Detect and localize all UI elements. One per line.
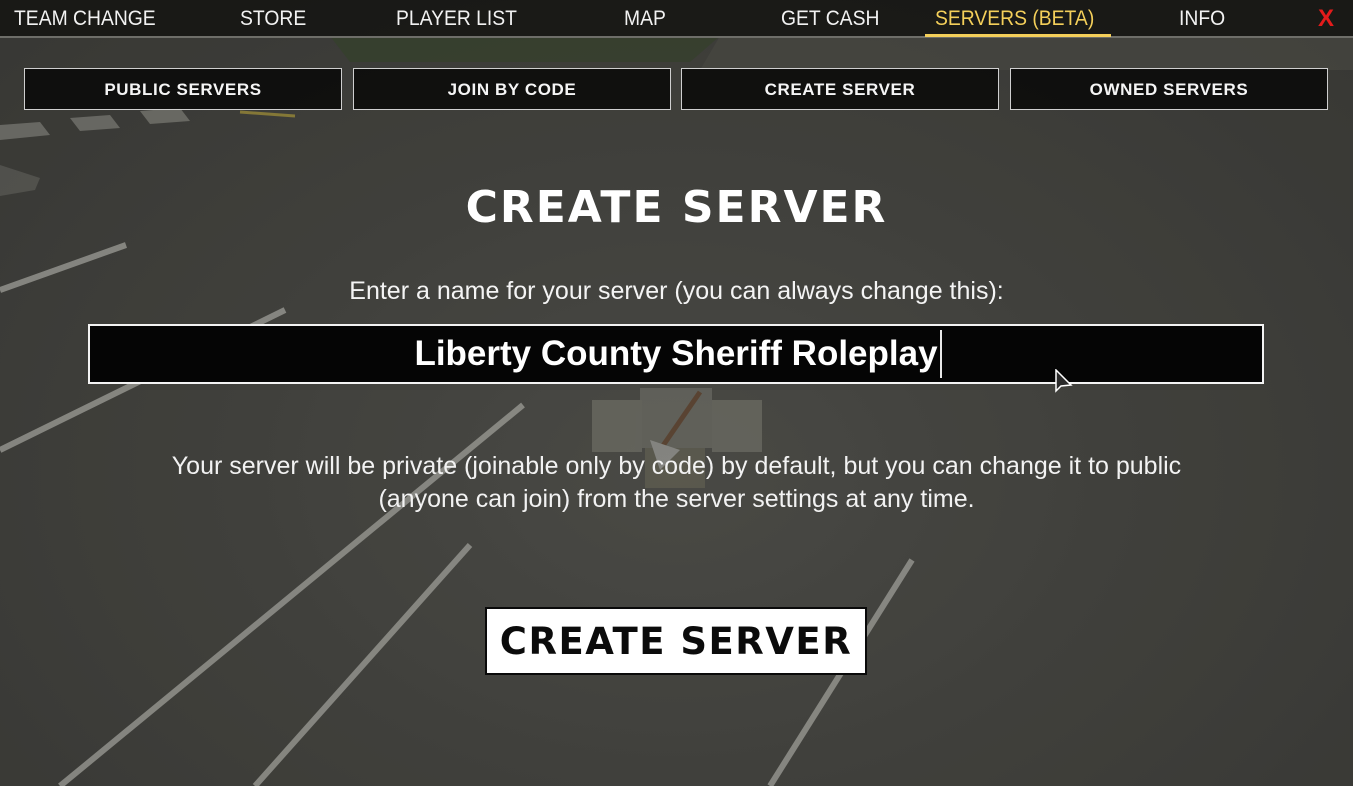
top-nav-bar: TEAM CHANGE STORE PLAYER LIST MAP GET CA… xyxy=(0,0,1353,38)
subtab-public-servers[interactable]: PUBLIC SERVERS xyxy=(24,68,342,110)
subtab-join-by-code[interactable]: JOIN BY CODE xyxy=(353,68,671,110)
nav-servers-beta[interactable]: SERVERS (BETA) xyxy=(935,0,1094,36)
page-title: CREATE SERVER xyxy=(465,182,888,233)
nav-store[interactable]: STORE xyxy=(240,0,306,36)
privacy-notice: Your server will be private (joinable on… xyxy=(150,450,1203,516)
close-icon[interactable]: X xyxy=(1318,0,1334,36)
create-server-button[interactable]: CREATE SERVER xyxy=(485,607,867,675)
privacy-notice-line-2: (anyone can join) from the server settin… xyxy=(378,485,975,513)
server-name-input[interactable] xyxy=(90,326,1262,382)
nav-player-list[interactable]: PLAYER LIST xyxy=(396,0,517,36)
active-tab-indicator xyxy=(925,34,1111,37)
text-caret xyxy=(940,330,942,378)
privacy-notice-line-1: Your server will be private (joinable on… xyxy=(171,452,1182,480)
nav-map[interactable]: MAP xyxy=(624,0,666,36)
nav-get-cash[interactable]: GET CASH xyxy=(781,0,879,36)
subtab-create-server[interactable]: CREATE SERVER xyxy=(681,68,999,110)
mouse-pointer-icon xyxy=(1055,369,1073,393)
nav-team-change[interactable]: TEAM CHANGE xyxy=(14,0,156,36)
server-name-prompt: Enter a name for your server (you can al… xyxy=(349,277,1004,305)
server-name-field[interactable] xyxy=(88,324,1264,384)
subtab-owned-servers[interactable]: OWNED SERVERS xyxy=(1010,68,1328,110)
nav-info[interactable]: INFO xyxy=(1179,0,1225,36)
